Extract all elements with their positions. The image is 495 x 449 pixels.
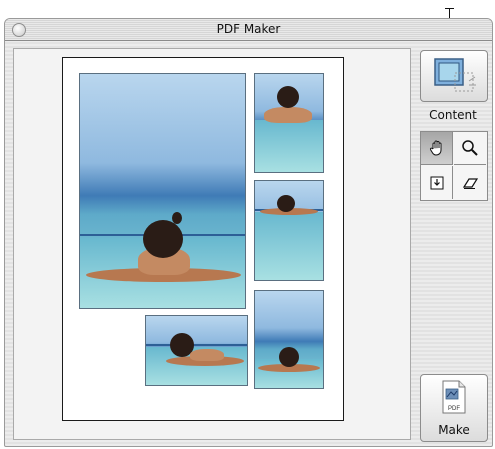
photo-bottom-right[interactable] bbox=[254, 290, 324, 389]
window-title: PDF Maker bbox=[216, 22, 281, 36]
make-button[interactable]: PDF Make bbox=[420, 374, 488, 442]
tool-palette bbox=[420, 131, 488, 201]
pdf-icon-text: PDF bbox=[448, 406, 460, 412]
eraser-tool[interactable] bbox=[454, 166, 486, 199]
photo-middle-right[interactable] bbox=[254, 180, 324, 281]
insert-tool[interactable] bbox=[421, 166, 453, 199]
title-bar[interactable]: PDF Maker bbox=[5, 19, 492, 41]
photo-bottom-left[interactable] bbox=[145, 315, 248, 386]
zoom-tool[interactable] bbox=[454, 132, 486, 165]
content-icon bbox=[434, 58, 476, 92]
eraser-icon bbox=[462, 177, 479, 189]
insert-icon bbox=[430, 176, 443, 189]
content-label: Content bbox=[429, 108, 477, 122]
content-button[interactable] bbox=[420, 50, 488, 102]
pdf-document-icon: PDF bbox=[442, 380, 466, 414]
magnifier-icon bbox=[462, 140, 478, 156]
hand-icon bbox=[429, 140, 441, 156]
photo-large[interactable] bbox=[79, 73, 246, 309]
pdf-page[interactable] bbox=[62, 57, 344, 421]
hand-tool[interactable] bbox=[421, 132, 453, 165]
make-label: Make bbox=[438, 423, 470, 437]
photo-top-right[interactable] bbox=[254, 73, 324, 173]
